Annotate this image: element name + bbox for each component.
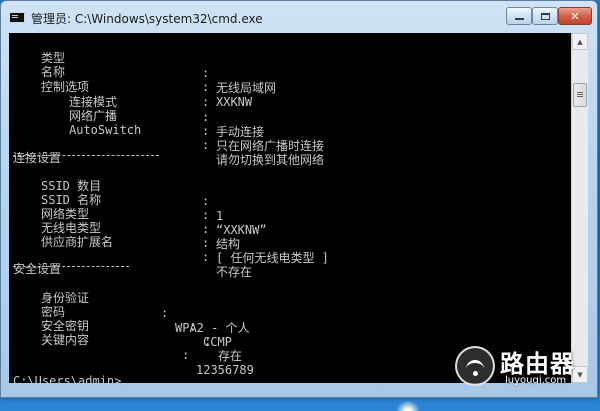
line-sep: : bbox=[202, 124, 210, 138]
cmd-window: 管理员: C:\Windows\system32\cmd.exe ✕ 类型 : … bbox=[0, 0, 598, 398]
line-sep: : bbox=[202, 66, 210, 80]
console-line: 连接模式 : 手动连接 bbox=[9, 80, 264, 139]
line-label: 网络广播 bbox=[69, 109, 118, 123]
console-line: SSID 数目 : 1 bbox=[9, 164, 223, 223]
minimize-icon bbox=[514, 18, 524, 20]
line-value: WPA2 - 个人 bbox=[175, 321, 250, 335]
command-prompt[interactable]: C:\Users\admin> bbox=[9, 359, 121, 383]
line-value: 存在 bbox=[218, 349, 243, 363]
console-line: AutoSwitch : 请勿切换到其他网络 bbox=[9, 108, 324, 167]
close-icon: ✕ bbox=[570, 9, 580, 23]
line-value: “XXKNW” bbox=[216, 223, 267, 237]
signal-dot-icon bbox=[473, 371, 478, 376]
close-button[interactable]: ✕ bbox=[558, 7, 592, 25]
console-line: 供应商扩展名 : 不存在 bbox=[9, 220, 252, 279]
scrollbar-thumb[interactable] bbox=[573, 83, 587, 107]
console-line: 无线电类型 : [ 任何无线电类型 ] bbox=[9, 206, 329, 265]
window-title: 管理员: C:\Windows\system32\cmd.exe bbox=[31, 12, 263, 26]
console-line: 网络广播 : 只在网络广播时连接 bbox=[9, 94, 324, 153]
prompt-text: C:\Users\admin> bbox=[13, 374, 122, 383]
console-line: 关键内容 : 12356789 bbox=[9, 318, 254, 377]
section-divider bbox=[13, 266, 129, 268]
line-value: 12356789 bbox=[196, 363, 254, 377]
line-value: 只在网络广播时连接 bbox=[216, 139, 325, 153]
router-logo-icon bbox=[455, 346, 495, 386]
console-line: 名称 : XXKNW bbox=[9, 50, 252, 109]
vertical-scrollbar[interactable]: ▲ ▼ bbox=[571, 33, 588, 383]
line-label: 连接模式 bbox=[69, 95, 118, 109]
line-sep: : bbox=[202, 80, 210, 94]
section-divider bbox=[13, 155, 159, 157]
section-heading: 连接设置 bbox=[9, 136, 61, 165]
line-sep: : bbox=[202, 110, 210, 124]
line-value: 请勿切换到其他网络 bbox=[216, 153, 325, 167]
cmd-app-icon[interactable] bbox=[9, 12, 25, 23]
watermark-logo: 路由器 luyouqi.com bbox=[455, 340, 595, 392]
title-bar[interactable]: 管理员: C:\Windows\system32\cmd.exe ✕ bbox=[1, 1, 597, 33]
line-sep: : bbox=[202, 250, 210, 264]
line-value: [ 任何无线电类型 ] bbox=[216, 251, 329, 265]
line-value: XXKNW bbox=[216, 95, 253, 109]
line-value: 1 bbox=[216, 209, 224, 223]
line-sep: : bbox=[204, 334, 212, 348]
console-line: SSID 名称 : “XXKNW” bbox=[9, 178, 267, 237]
watermark-subtitle: luyouqi.com bbox=[505, 375, 567, 386]
line-value: 手动连接 bbox=[216, 125, 265, 139]
arrow-up-icon: ▲ bbox=[577, 37, 583, 46]
line-label: 关键内容 bbox=[41, 333, 90, 347]
line-sep: : bbox=[202, 194, 210, 208]
maximize-icon bbox=[540, 12, 550, 20]
line-label: AutoSwitch bbox=[69, 123, 142, 137]
minimize-button[interactable] bbox=[506, 7, 532, 25]
console-line: 密码 : CCMP bbox=[9, 290, 232, 349]
console-line: 类型 : 无线局域网 bbox=[9, 36, 276, 95]
line-value: 无线局域网 bbox=[216, 81, 277, 95]
line-sep: : bbox=[202, 222, 210, 236]
line-value: 结构 bbox=[216, 237, 241, 251]
console-line: 网络类型 : 结构 bbox=[9, 192, 240, 251]
scroll-up-button[interactable]: ▲ bbox=[572, 33, 588, 50]
line-sep: : bbox=[202, 95, 210, 109]
console-line: 身份验证 : WPA2 - 个人 bbox=[9, 276, 250, 335]
line-sep: : bbox=[202, 236, 210, 250]
line-value: 不存在 bbox=[216, 265, 253, 279]
section-heading: 安全设置 bbox=[9, 247, 61, 276]
line-sep: : bbox=[202, 138, 210, 152]
console-line: 安全密钥 : 存在 bbox=[9, 304, 242, 363]
line-sep: : bbox=[189, 320, 197, 334]
console-output[interactable]: 类型 : 无线局域网 名称 : XXKNW 控制选项 : 连接模式 : 手动连接… bbox=[9, 33, 571, 383]
line-sep: : bbox=[161, 306, 169, 320]
desktop-glow bbox=[388, 396, 428, 411]
line-sep: : bbox=[202, 208, 210, 222]
line-sep: : bbox=[182, 348, 190, 362]
maximize-button[interactable] bbox=[532, 7, 558, 25]
watermark-title: 路由器 bbox=[500, 350, 575, 378]
console-line: 控制选项 : bbox=[9, 65, 209, 109]
line-label: 安全设置 bbox=[13, 262, 62, 276]
